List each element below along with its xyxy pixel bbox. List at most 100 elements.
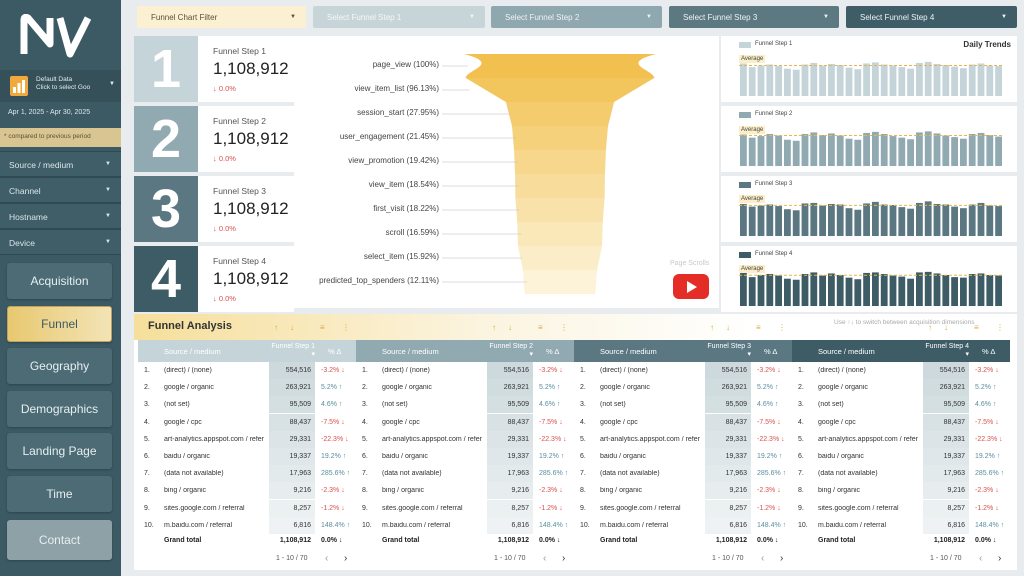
sort-up-icon[interactable]: ↑ — [492, 323, 496, 332]
chevron-left-icon[interactable]: ‹ — [543, 553, 546, 564]
table-row[interactable]: 7. (data not available) 17,963 285.6% ↑ — [574, 465, 792, 483]
row-value: 17,963 — [705, 465, 751, 483]
row-source: bing / organic — [818, 487, 861, 495]
funnel-segment — [514, 150, 606, 174]
funnel-step-4-dropdown[interactable]: Select Funnel Step 4 ▼ — [846, 6, 1017, 28]
column-header-step[interactable]: Funnel Step 3 ▾ — [707, 343, 751, 359]
nav-demographics[interactable]: Demographics — [7, 391, 112, 427]
funnel-step-2-dropdown[interactable]: Select Funnel Step 2 ▼ — [491, 6, 662, 28]
table-row[interactable]: 9. sites.google.com / referral 8,257 -1.2% … — [138, 499, 356, 517]
nav-funnel[interactable]: Funnel — [7, 306, 112, 342]
nav-acquisition[interactable]: Acquisition — [7, 263, 112, 299]
youtube-play-icon[interactable] — [673, 274, 709, 299]
column-header-delta[interactable]: % Δ — [764, 347, 777, 356]
table-row[interactable]: 5. art-analytics.appspot.com / referral 29… — [574, 430, 792, 448]
column-header-delta[interactable]: % Δ — [546, 347, 559, 356]
column-header-source[interactable]: Source / medium — [818, 347, 875, 356]
column-header-step[interactable]: Funnel Step 4 ▾ — [925, 343, 969, 359]
chevron-left-icon[interactable]: ‹ — [979, 553, 982, 564]
table-row[interactable]: 8. bing / organic 9,216 -2.3% ↓ — [138, 482, 356, 500]
column-header-delta[interactable]: % Δ — [982, 347, 995, 356]
filter-source-medium[interactable]: Source / medium ▼ — [0, 151, 121, 177]
sort-up-icon[interactable]: ↑ — [274, 323, 278, 332]
sort-down-icon[interactable]: ↓ — [290, 323, 294, 332]
more-options-icon[interactable]: ⋮ — [778, 323, 786, 332]
column-header-step[interactable]: Funnel Step 1 ▾ — [271, 343, 315, 359]
nav-contact[interactable]: Contact — [7, 520, 112, 560]
table-row[interactable]: 6. baidu / organic 19,337 19.2% ↑ — [792, 448, 1010, 465]
table-row[interactable]: 8. bing / organic 9,216 -2.3% ↓ — [574, 482, 792, 500]
table-row[interactable]: 7. (data not available) 17,963 285.6% ↑ — [138, 465, 356, 483]
table-row[interactable]: 10. m.baidu.com / referral 6,816 148.4% ↑ — [792, 516, 1010, 534]
column-header-source[interactable]: Source / medium — [382, 347, 439, 356]
table-row[interactable]: 4. google / cpc 88,437 -7.5% ↓ — [792, 413, 1010, 431]
table-row[interactable]: 10. m.baidu.com / referral 6,816 148.4% ↑ — [574, 516, 792, 534]
table-row[interactable]: 2. google / organic 263,921 5.2% ↑ — [138, 379, 356, 397]
table-row[interactable]: 9. sites.google.com / referral 8,257 -1.2% … — [356, 499, 574, 517]
table-row[interactable]: 1. (direct) / (none) 554,516 -3.2% ↓ — [356, 362, 574, 379]
chevron-right-icon[interactable]: › — [998, 553, 1001, 564]
table-row[interactable]: 2. google / organic 263,921 5.2% ↑ — [792, 379, 1010, 397]
chevron-left-icon[interactable]: ‹ — [761, 553, 764, 564]
table-row[interactable]: 5. art-analytics.appspot.com / referral 29… — [356, 430, 574, 448]
nav-time[interactable]: Time — [7, 476, 112, 512]
trend-bar — [836, 65, 844, 96]
more-options-icon[interactable]: ⋮ — [996, 323, 1004, 332]
table-row[interactable]: 3. (not set) 95,509 4.6% ↑ — [574, 396, 792, 414]
sort-down-icon[interactable]: ↓ — [508, 323, 512, 332]
column-header-step[interactable]: Funnel Step 2 ▾ — [489, 343, 533, 359]
sort-up-icon[interactable]: ↑ — [928, 323, 932, 332]
table-row[interactable]: 2. google / organic 263,921 5.2% ↑ — [356, 379, 574, 397]
table-row[interactable]: 4. google / cpc 88,437 -7.5% ↓ — [138, 413, 356, 431]
funnel-step-3-dropdown[interactable]: Select Funnel Step 3 ▼ — [669, 6, 839, 28]
filter-hostname[interactable]: Hostname ▼ — [0, 203, 121, 229]
table-row[interactable]: 9. sites.google.com / referral 8,257 -1.2% … — [792, 499, 1010, 517]
filter-icon[interactable]: ≡ — [974, 323, 979, 332]
table-row[interactable]: 6. baidu / organic 19,337 19.2% ↑ — [138, 448, 356, 465]
table-row[interactable]: 1. (direct) / (none) 554,516 -3.2% ↓ — [574, 362, 792, 379]
column-header-source[interactable]: Source / medium — [164, 347, 221, 356]
filter-channel[interactable]: Channel ▼ — [0, 177, 121, 203]
table-row[interactable]: 5. art-analytics.appspot.com / referral 29… — [792, 430, 1010, 448]
date-range-picker[interactable]: Apr 1, 2025 - Apr 30, 2025 — [8, 109, 90, 116]
funnel-chart-filter-dropdown[interactable]: Funnel Chart Filter ▼ — [137, 6, 306, 28]
filter-icon[interactable]: ≡ — [756, 323, 761, 332]
table-row[interactable]: 8. bing / organic 9,216 -2.3% ↓ — [356, 482, 574, 500]
table-row[interactable]: 6. baidu / organic 19,337 19.2% ↑ — [356, 448, 574, 465]
table-row[interactable]: 3. (not set) 95,509 4.6% ↑ — [356, 396, 574, 414]
more-options-icon[interactable]: ⋮ — [560, 323, 568, 332]
filter-icon[interactable]: ≡ — [538, 323, 543, 332]
table-row[interactable]: 9. sites.google.com / referral 8,257 -1.2% … — [574, 499, 792, 517]
table-row[interactable]: 5. art-analytics.appspot.com / referral 29… — [138, 430, 356, 448]
chevron-right-icon[interactable]: › — [562, 553, 565, 564]
nav-geography[interactable]: Geography — [7, 348, 112, 384]
table-row[interactable]: 10. m.baidu.com / referral 6,816 148.4% ↑ — [138, 516, 356, 534]
nav-landing-page[interactable]: Landing Page — [7, 433, 112, 469]
table-row[interactable]: 4. google / cpc 88,437 -7.5% ↓ — [356, 413, 574, 431]
column-header-delta[interactable]: % Δ — [328, 347, 341, 356]
sort-down-icon[interactable]: ↓ — [944, 323, 948, 332]
table-row[interactable]: 7. (data not available) 17,963 285.6% ↑ — [792, 465, 1010, 483]
funnel-step-1-dropdown[interactable]: Select Funnel Step 1 ▼ — [313, 6, 485, 28]
sort-down-icon[interactable]: ↓ — [726, 323, 730, 332]
filter-icon[interactable]: ≡ — [320, 323, 325, 332]
chevron-right-icon[interactable]: › — [344, 553, 347, 564]
table-row[interactable]: 10. m.baidu.com / referral 6,816 148.4% ↑ — [356, 516, 574, 534]
table-row[interactable]: 2. google / organic 263,921 5.2% ↑ — [574, 379, 792, 397]
sort-up-icon[interactable]: ↑ — [710, 323, 714, 332]
chevron-left-icon[interactable]: ‹ — [325, 553, 328, 564]
table-row[interactable]: 4. google / cpc 88,437 -7.5% ↓ — [574, 413, 792, 431]
filter-device[interactable]: Device ▼ — [0, 229, 121, 255]
trend-bar — [986, 135, 994, 166]
table-row[interactable]: 6. baidu / organic 19,337 19.2% ↑ — [574, 448, 792, 465]
table-row[interactable]: 1. (direct) / (none) 554,516 -3.2% ↓ — [138, 362, 356, 379]
more-options-icon[interactable]: ⋮ — [342, 323, 350, 332]
table-row[interactable]: 3. (not set) 95,509 4.6% ↑ — [138, 396, 356, 414]
column-header-source[interactable]: Source / medium — [600, 347, 657, 356]
table-row[interactable]: 1. (direct) / (none) 554,516 -3.2% ↓ — [792, 362, 1010, 379]
table-row[interactable]: 3. (not set) 95,509 4.6% ↑ — [792, 396, 1010, 414]
data-source-selector[interactable]: Default Data Click to select Goo ▼ — [0, 70, 121, 102]
table-row[interactable]: 7. (data not available) 17,963 285.6% ↑ — [356, 465, 574, 483]
table-row[interactable]: 8. bing / organic 9,216 -2.3% ↓ — [792, 482, 1010, 500]
chevron-right-icon[interactable]: › — [780, 553, 783, 564]
